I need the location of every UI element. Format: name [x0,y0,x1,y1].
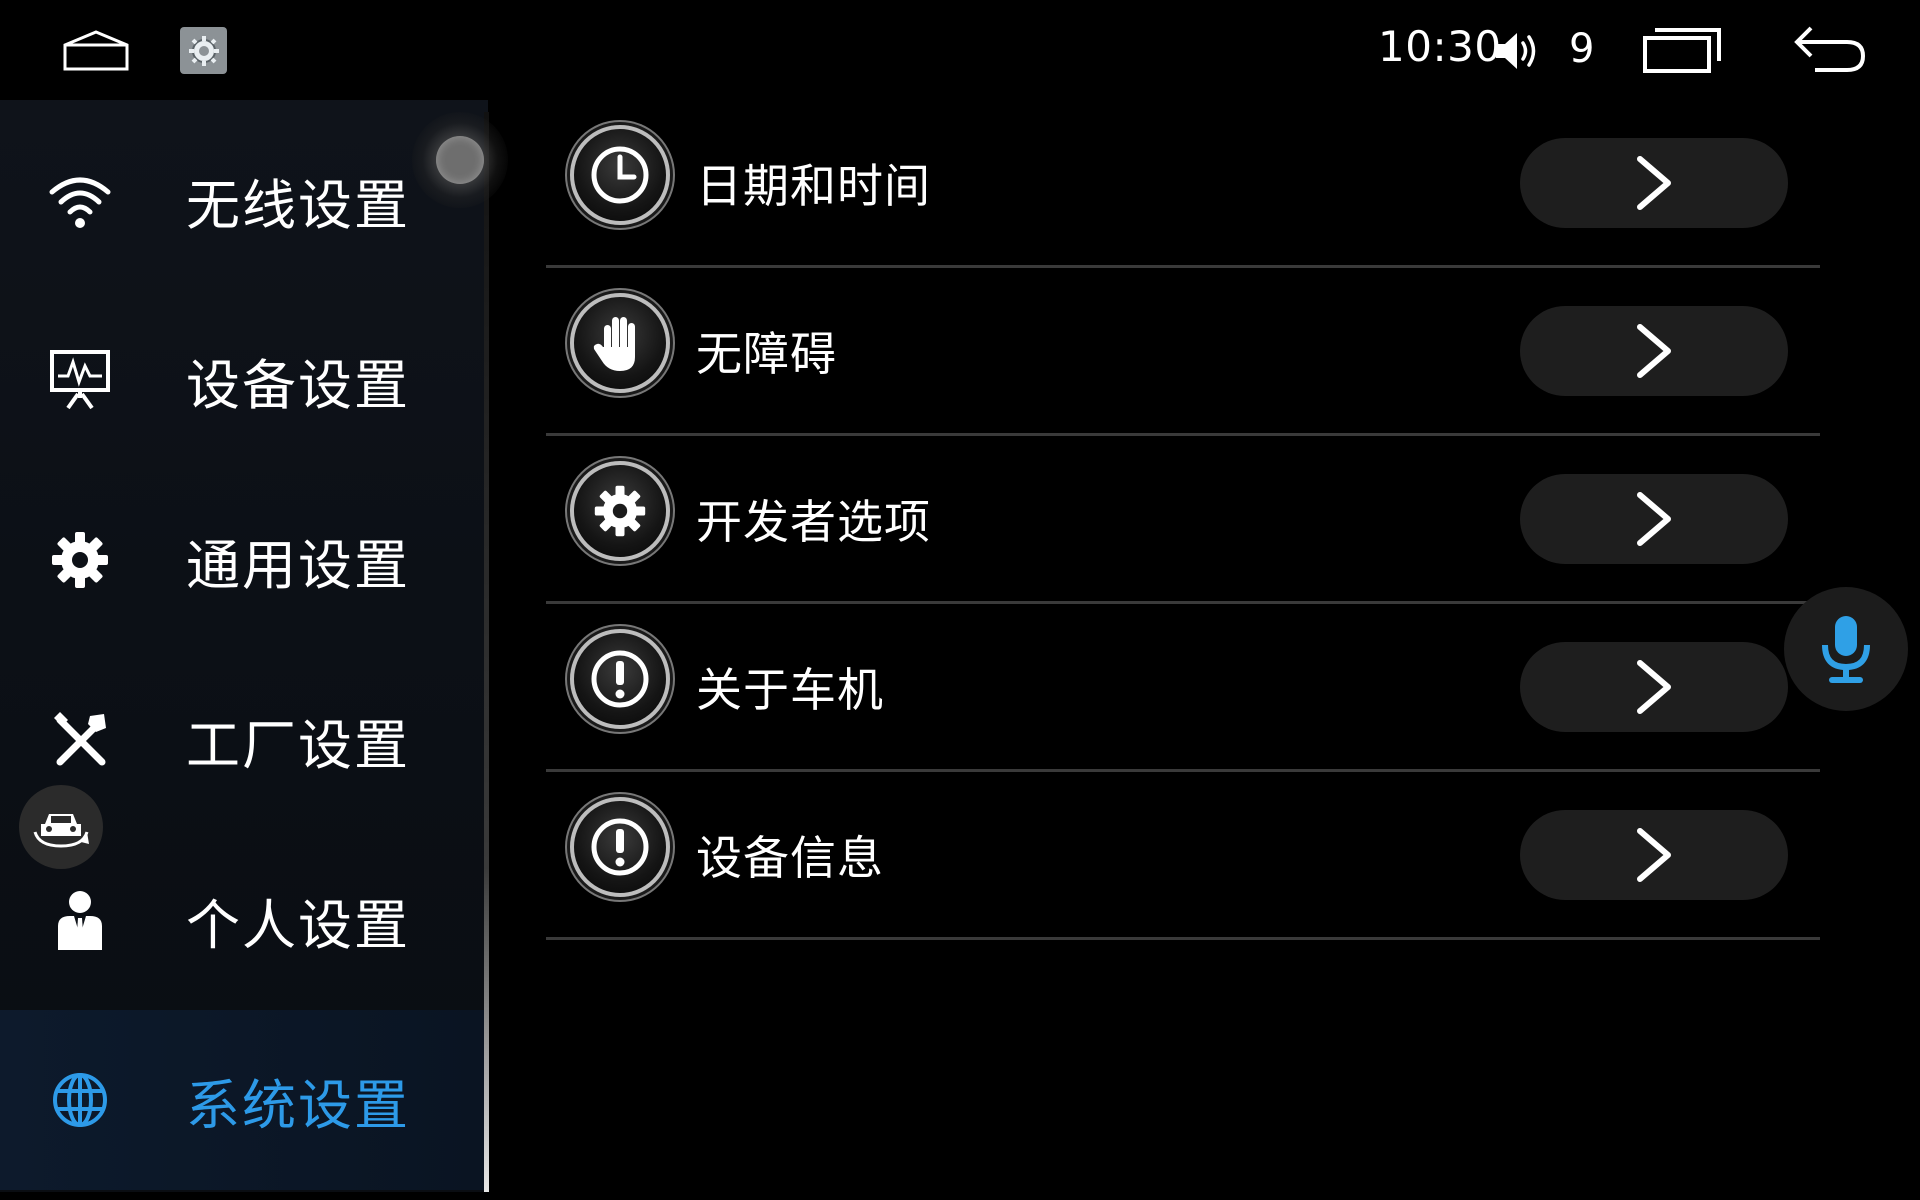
sidebar-item-label: 工厂设置 [186,713,410,777]
recents-button[interactable] [1640,24,1724,76]
microphone-icon [1822,616,1870,683]
back-button[interactable] [1790,22,1870,78]
chevron-right-icon [1637,492,1671,546]
open-developer-options-button[interactable] [1520,474,1788,564]
sidebar-item-label: 设备设置 [186,353,410,417]
list-item-device-info[interactable]: 设备信息 [546,772,1820,940]
gear-icon [570,461,670,561]
wifi-icon [48,168,112,232]
row-label: 日期和时间 [696,159,931,213]
divider [546,937,1820,940]
chevron-right-icon [1637,828,1671,882]
assistive-touch-button[interactable] [412,112,508,208]
monitor-chart-icon [48,348,112,412]
tools-icon [48,708,112,772]
sidebar-item-label: 系统设置 [186,1073,410,1137]
open-accessibility-button[interactable] [1520,306,1788,396]
sidebar-item-device[interactable]: 设备设置 [0,290,488,470]
list-item-date-time[interactable]: 日期和时间 [546,100,1820,268]
gear-icon [188,35,219,66]
home-button[interactable] [58,26,134,76]
clock: 10:30 [1378,22,1502,71]
list-item-developer-options[interactable]: 开发者选项 [546,436,1820,604]
sidebar-item-label: 无线设置 [186,173,410,237]
gear-icon [48,528,112,592]
volume-icon[interactable] [1492,28,1542,74]
row-label: 开发者选项 [696,495,931,549]
list-item-about-head-unit[interactable]: 关于车机 [546,604,1820,772]
list-item-accessibility[interactable]: 无障碍 [546,268,1820,436]
sidebar: 无线设置 设备设置 通用设置 工厂设置 个人设置 系统设置 [0,100,488,1192]
row-label: 关于车机 [696,663,884,717]
open-about-head-unit-button[interactable] [1520,642,1788,732]
open-date-time-button[interactable] [1520,138,1788,228]
settings-app-icon[interactable] [180,27,227,74]
chevron-right-icon [1637,660,1671,714]
globe-icon [48,1068,112,1132]
settings-screen: 10:30 9 无线设置 设备设置 通用设置 工厂设置 个人设置 系统设置 日期… [0,0,1920,1200]
voice-assistant-button[interactable] [1784,587,1908,711]
status-bar: 10:30 9 [0,0,1920,100]
sidebar-item-label: 通用设置 [186,533,410,597]
car-360-icon [33,814,89,848]
chevron-right-icon [1637,156,1671,210]
info-icon [570,797,670,897]
sidebar-item-general[interactable]: 通用设置 [0,470,488,650]
row-label: 无障碍 [696,327,837,381]
volume-level: 9 [1569,26,1595,72]
hand-icon [570,293,670,393]
sidebar-item-label: 个人设置 [186,893,410,957]
car-360-button[interactable] [19,785,103,869]
home-icon [63,30,129,71]
recents-icon [1643,28,1721,73]
info-icon [570,629,670,729]
sidebar-item-system[interactable]: 系统设置 [0,1010,488,1190]
back-icon [1794,26,1866,72]
sidebar-scrollbar[interactable] [484,112,489,1192]
chevron-right-icon [1637,324,1671,378]
row-label: 设备信息 [696,831,884,885]
sidebar-item-wireless[interactable]: 无线设置 [0,110,488,290]
open-device-info-button[interactable] [1520,810,1788,900]
person-icon [48,888,112,952]
clock-icon [570,125,670,225]
